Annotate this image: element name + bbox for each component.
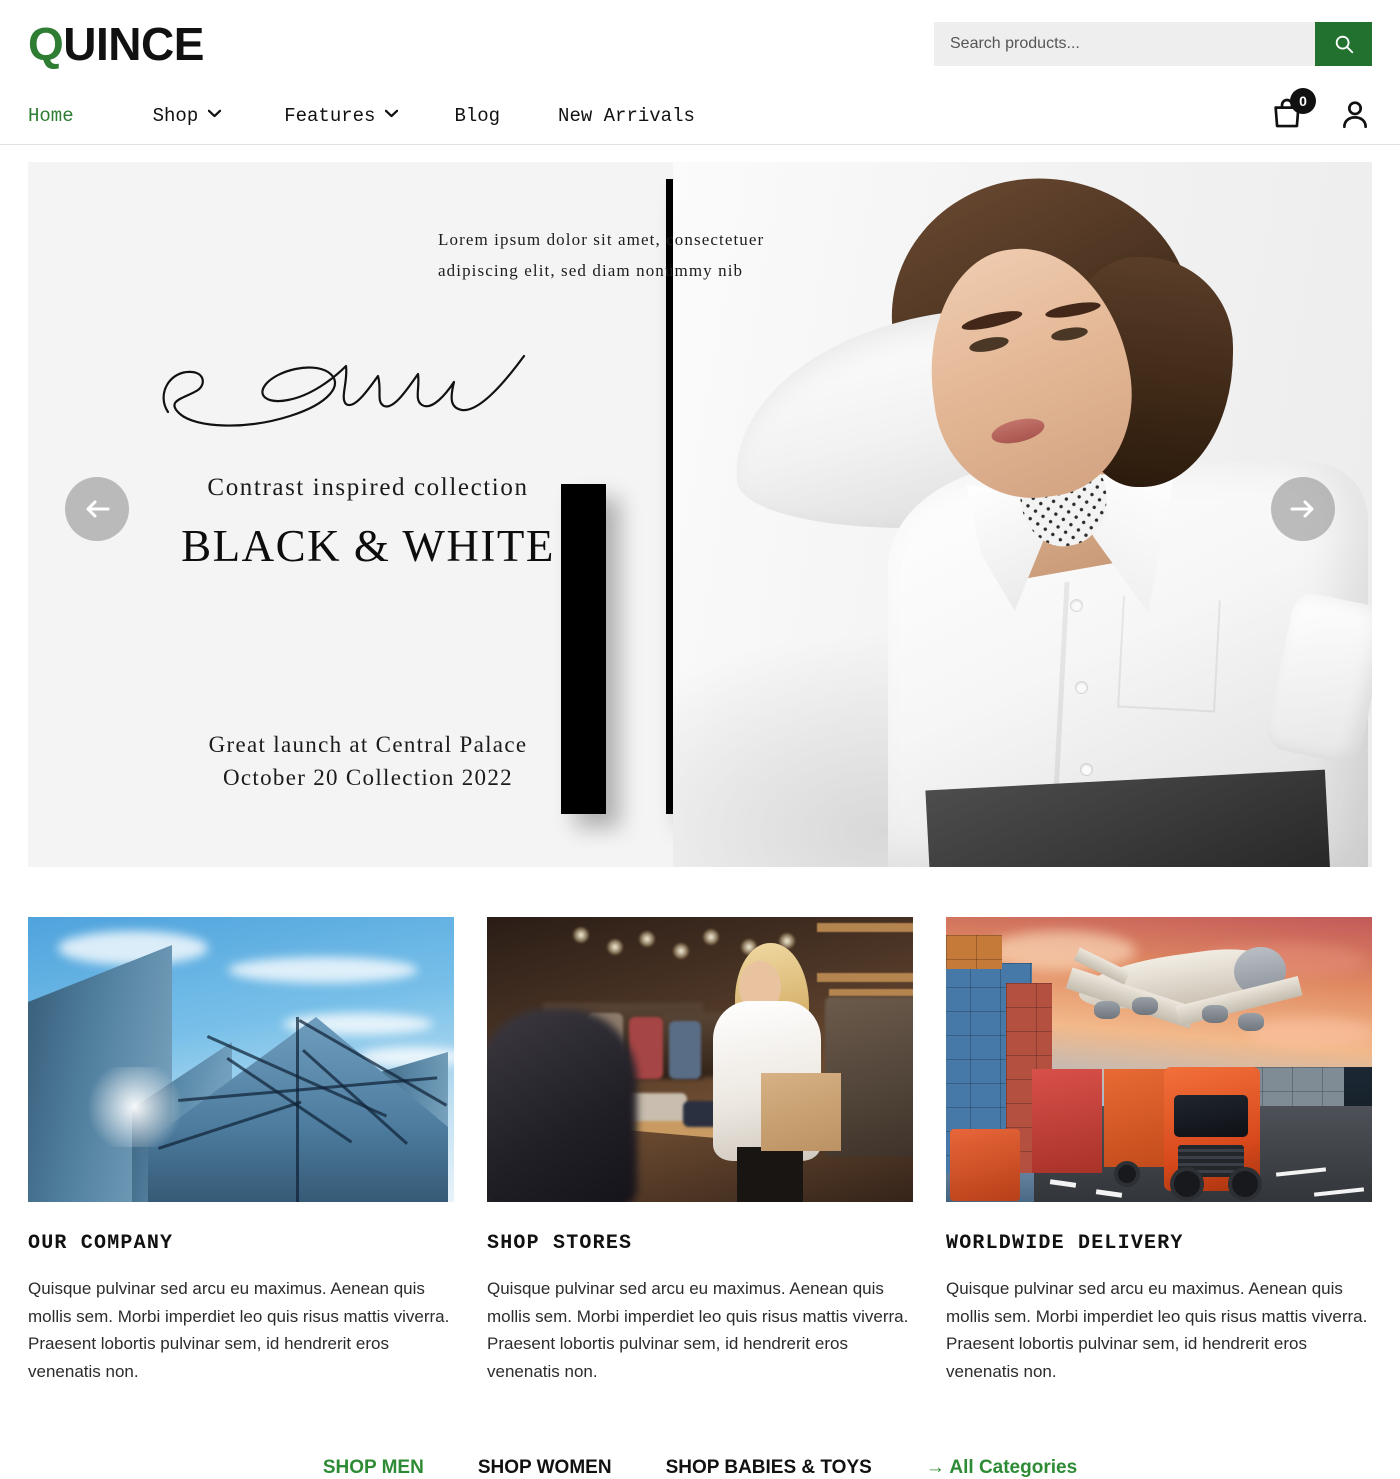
arrow-right-icon: [1290, 500, 1316, 518]
hero-kicker: Contrast inspired collection: [207, 474, 529, 501]
nav-item-features[interactable]: Features: [284, 104, 399, 127]
category-link-all-categories[interactable]: → All Categories: [926, 1457, 1077, 1479]
nav-item-shop[interactable]: Shop: [153, 105, 222, 127]
search-bar: [934, 22, 1372, 66]
site-header: QUINCE: [0, 0, 1400, 87]
feature-card-worldwide-delivery[interactable]: WORLDWIDE DELIVERY Quisque pulvinar sed …: [946, 917, 1372, 1385]
hero-copy-block: Contrast inspired collection BLACK & WHI…: [168, 474, 568, 572]
nav-item-blog[interactable]: Blog: [454, 105, 500, 127]
nav-label-new-arrivals: New Arrivals: [558, 104, 695, 127]
search-input[interactable]: [934, 22, 1315, 66]
logo-letter-q: Q: [28, 17, 64, 70]
category-link-shop-men[interactable]: SHOP MEN: [323, 1457, 424, 1479]
logo-text-rest: UINCE: [63, 17, 204, 70]
nav-item-new-arrivals[interactable]: New Arrivals: [558, 105, 695, 127]
slider-prev-button[interactable]: [65, 477, 129, 541]
search-icon: [1333, 33, 1355, 55]
hero-lorem-text: Lorem ipsum dolor sit amet, consectetuer…: [438, 230, 765, 281]
nav-label-shop: Shop: [152, 104, 199, 127]
hero-signature-script: [150, 340, 570, 450]
nav-item-home[interactable]: Home: [28, 105, 74, 127]
main-navigation: Home Shop Features Blog New Arrivals 0: [0, 87, 1400, 145]
cart-count-badge: 0: [1290, 87, 1316, 114]
category-links-row: SHOP MEN SHOP WOMEN SHOP BABIES & TOYS →…: [0, 1457, 1400, 1479]
user-account-icon: [1338, 100, 1372, 135]
glass-skyscrapers-blue-sky-photo: [28, 917, 454, 1202]
cart-button[interactable]: 0: [1270, 87, 1316, 136]
feature-card-shop-stores[interactable]: SHOP STORES Quisque pulvinar sed arcu eu…: [487, 917, 913, 1385]
brand-logo[interactable]: QUINCE: [28, 21, 204, 67]
category-link-shop-babies-toys[interactable]: SHOP BABIES & TOYS: [666, 1457, 872, 1479]
chevron-down-icon: [208, 108, 222, 121]
hero-footnote-line-1: Great launch at Central Palace: [208, 732, 528, 757]
account-button[interactable]: [1338, 97, 1372, 136]
shopping-bag-icon: [1270, 98, 1304, 135]
hero-slider: Lorem ipsum dolor sit amet, consectetuer…: [28, 162, 1372, 867]
hero-title: BLACK & WHITE: [181, 521, 555, 571]
cargo-plane-truck-containers-logistics-photo: [946, 917, 1372, 1202]
nav-actions: 0: [1270, 87, 1372, 145]
nav-label-blog: Blog: [454, 104, 501, 127]
nav-label-home: Home: [28, 104, 74, 127]
nav-label-features: Features: [284, 104, 376, 127]
arrow-left-icon: [84, 500, 110, 518]
category-link-shop-women[interactable]: SHOP WOMEN: [478, 1457, 612, 1479]
card-text: Quisque pulvinar sed arcu eu maximus. Ae…: [946, 1279, 1368, 1381]
card-title: WORLDWIDE DELIVERY: [946, 1232, 1184, 1255]
feature-cards: OUR COMPANY Quisque pulvinar sed arcu eu…: [0, 867, 1400, 1385]
card-title: SHOP STORES: [487, 1232, 633, 1255]
search-button[interactable]: [1315, 22, 1372, 66]
chevron-down-icon: [385, 108, 399, 121]
woman-shopping-clothing-store-photo: [487, 917, 913, 1202]
hero-footnote-line-2: October 20 Collection 2022: [223, 764, 513, 790]
hero-footnote: Great launch at Central Palace October 2…: [168, 729, 568, 794]
card-text: Quisque pulvinar sed arcu eu maximus. Ae…: [487, 1279, 909, 1381]
feature-card-our-company[interactable]: OUR COMPANY Quisque pulvinar sed arcu eu…: [28, 917, 454, 1385]
card-title: OUR COMPANY: [28, 1232, 174, 1255]
slider-next-button[interactable]: [1271, 477, 1335, 541]
card-text: Quisque pulvinar sed arcu eu maximus. Ae…: [28, 1279, 450, 1381]
nav-list: Home Shop Features Blog New Arrivals: [28, 105, 695, 127]
